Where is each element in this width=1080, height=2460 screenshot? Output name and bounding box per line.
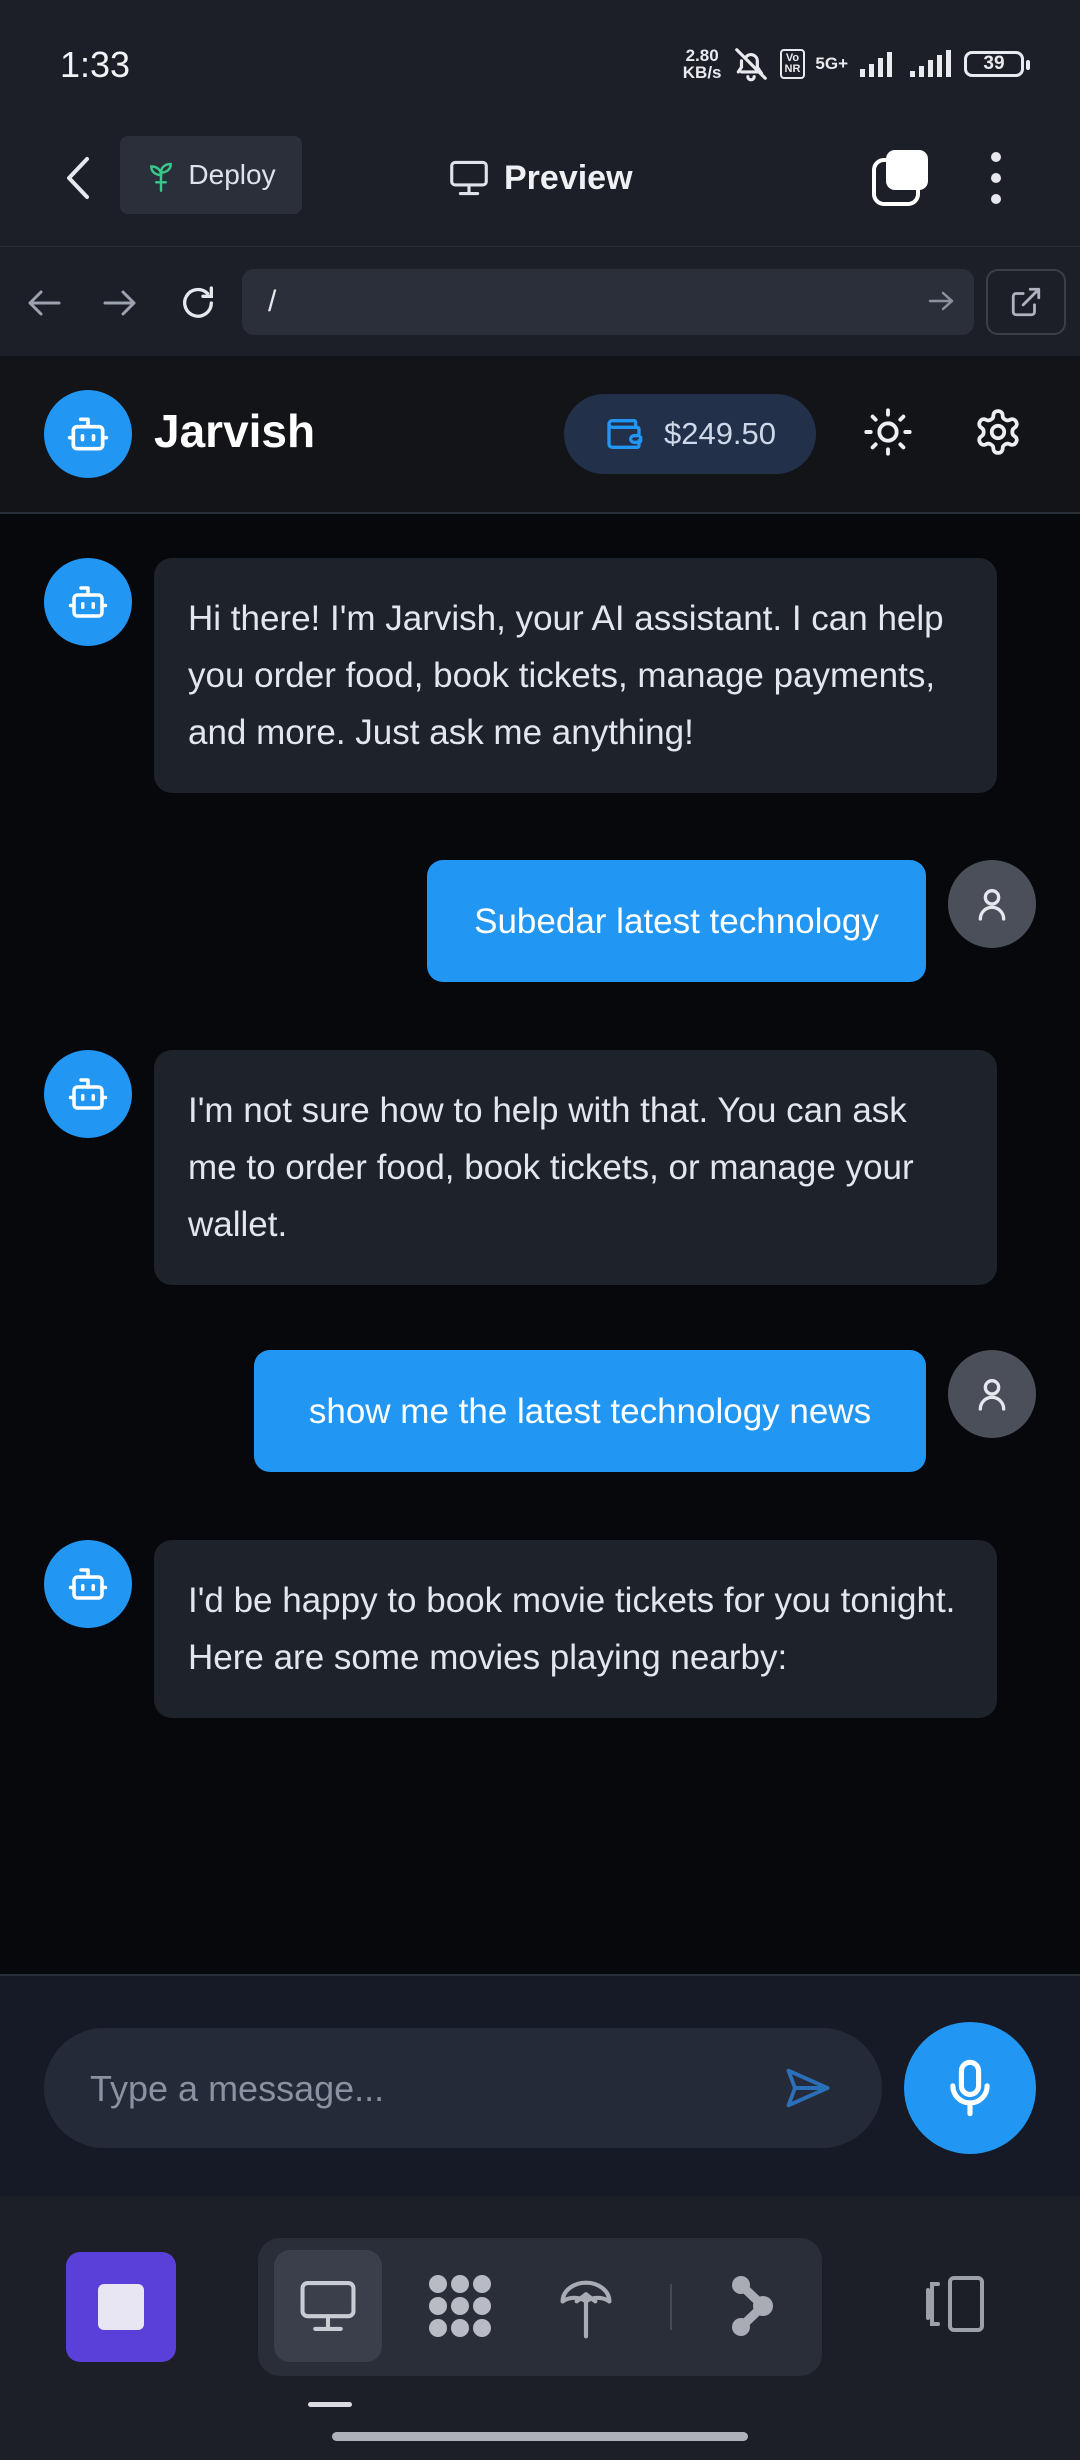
browser-back-button[interactable]	[14, 275, 74, 331]
url-text: /	[268, 285, 277, 318]
tabs-button[interactable]	[868, 146, 932, 210]
back-arrow-icon	[61, 155, 95, 201]
tabs-icon	[868, 146, 932, 210]
message-input-wrapper	[44, 2028, 882, 2150]
phone-rotate-icon	[922, 2274, 990, 2334]
device-rotate-button[interactable]	[920, 2258, 992, 2350]
user-icon	[972, 1374, 1012, 1414]
mute-bell-icon	[732, 45, 770, 83]
apps-button[interactable]	[406, 2250, 514, 2362]
settings-button[interactable]	[968, 402, 1028, 462]
voice-input-button[interactable]	[904, 2022, 1036, 2154]
app-toolbar: Deploy Preview	[0, 120, 1080, 246]
browser-forward-button[interactable]	[90, 275, 150, 331]
user-avatar	[948, 1350, 1036, 1438]
desktop-view-button[interactable]	[274, 2250, 382, 2362]
app-header: Jarvish $249.50	[0, 356, 1080, 514]
mic-icon	[944, 2058, 996, 2118]
message-composer	[0, 1974, 1080, 2198]
active-tab-indicator	[308, 2402, 352, 2407]
antenna-icon	[558, 2273, 614, 2339]
user-message-bubble: show me the latest technology news	[254, 1350, 926, 1472]
stop-button[interactable]	[66, 2252, 176, 2362]
bot-avatar	[44, 1540, 132, 1628]
reload-icon	[178, 283, 218, 323]
signal-icon	[858, 49, 898, 79]
browser-bar: /	[0, 246, 1080, 357]
more-vertical-icon	[990, 151, 1002, 205]
sun-icon	[862, 406, 914, 458]
network-button[interactable]	[532, 2250, 640, 2362]
network-type: 5G+	[815, 54, 848, 73]
sprout-icon	[146, 158, 176, 192]
bot-avatar	[44, 558, 132, 646]
user-icon	[972, 884, 1012, 924]
wallet-amount: $249.50	[663, 416, 777, 451]
go-arrow-icon[interactable]	[926, 283, 956, 319]
preview-label: Preview	[504, 158, 633, 197]
message-input[interactable]	[88, 2028, 772, 2150]
share-button[interactable]	[696, 2250, 804, 2362]
external-link-icon	[1009, 285, 1043, 319]
clock: 1:33	[60, 44, 131, 85]
status-bar: 1:33 2.80 KB/s Vo NR 5G+ 39	[0, 0, 1080, 120]
stop-icon	[98, 2284, 144, 2330]
share-icon	[723, 2273, 777, 2339]
apps-icon	[427, 2273, 493, 2339]
home-indicator[interactable]	[332, 2432, 748, 2441]
chat-messages: Hi there! I'm Jarvish, your AI assistant…	[0, 514, 1080, 1974]
send-icon[interactable]	[780, 2062, 836, 2114]
deploy-button[interactable]: Deploy	[120, 136, 302, 214]
preview-title: Preview	[448, 150, 633, 206]
reload-button[interactable]	[168, 275, 228, 331]
bot-avatar	[44, 1050, 132, 1138]
monitor-icon	[448, 159, 490, 197]
user-avatar	[948, 860, 1036, 948]
gear-icon	[973, 407, 1023, 457]
theme-toggle-button[interactable]	[858, 402, 918, 462]
app-title: Jarvish	[154, 405, 316, 457]
wallet-balance-button[interactable]: $249.50	[564, 394, 816, 474]
open-external-button[interactable]	[986, 269, 1066, 335]
arrow-right-icon	[102, 288, 138, 318]
wallet-icon	[604, 414, 644, 454]
robot-icon	[67, 581, 109, 623]
user-message-bubble: Subedar latest technology	[427, 860, 926, 982]
more-options-button[interactable]	[966, 146, 1026, 210]
network-speed: 2.80 KB/s	[682, 46, 722, 82]
bottom-navigation	[0, 2196, 1080, 2460]
bot-message-bubble: I'm not sure how to help with that. You …	[154, 1050, 997, 1285]
url-field[interactable]: /	[242, 269, 974, 335]
status-icons: 2.80 KB/s Vo NR 5G+ 39	[682, 40, 1030, 88]
back-button[interactable]	[48, 148, 108, 208]
robot-icon	[66, 412, 110, 456]
arrow-left-icon	[26, 288, 62, 318]
bot-message-bubble: Hi there! I'm Jarvish, your AI assistant…	[154, 558, 997, 793]
deploy-label: Deploy	[188, 159, 276, 190]
app-logo	[44, 390, 132, 478]
volte-badge: Vo NR	[779, 49, 806, 79]
divider	[670, 2284, 672, 2330]
robot-icon	[67, 1563, 109, 1605]
battery-indicator: 39	[964, 51, 1030, 77]
robot-icon	[67, 1073, 109, 1115]
signal-icon-2	[908, 49, 954, 79]
bot-message-bubble: I'd be happy to book movie tickets for y…	[154, 1540, 997, 1718]
monitor-icon	[297, 2278, 359, 2334]
view-switcher	[258, 2238, 822, 2376]
